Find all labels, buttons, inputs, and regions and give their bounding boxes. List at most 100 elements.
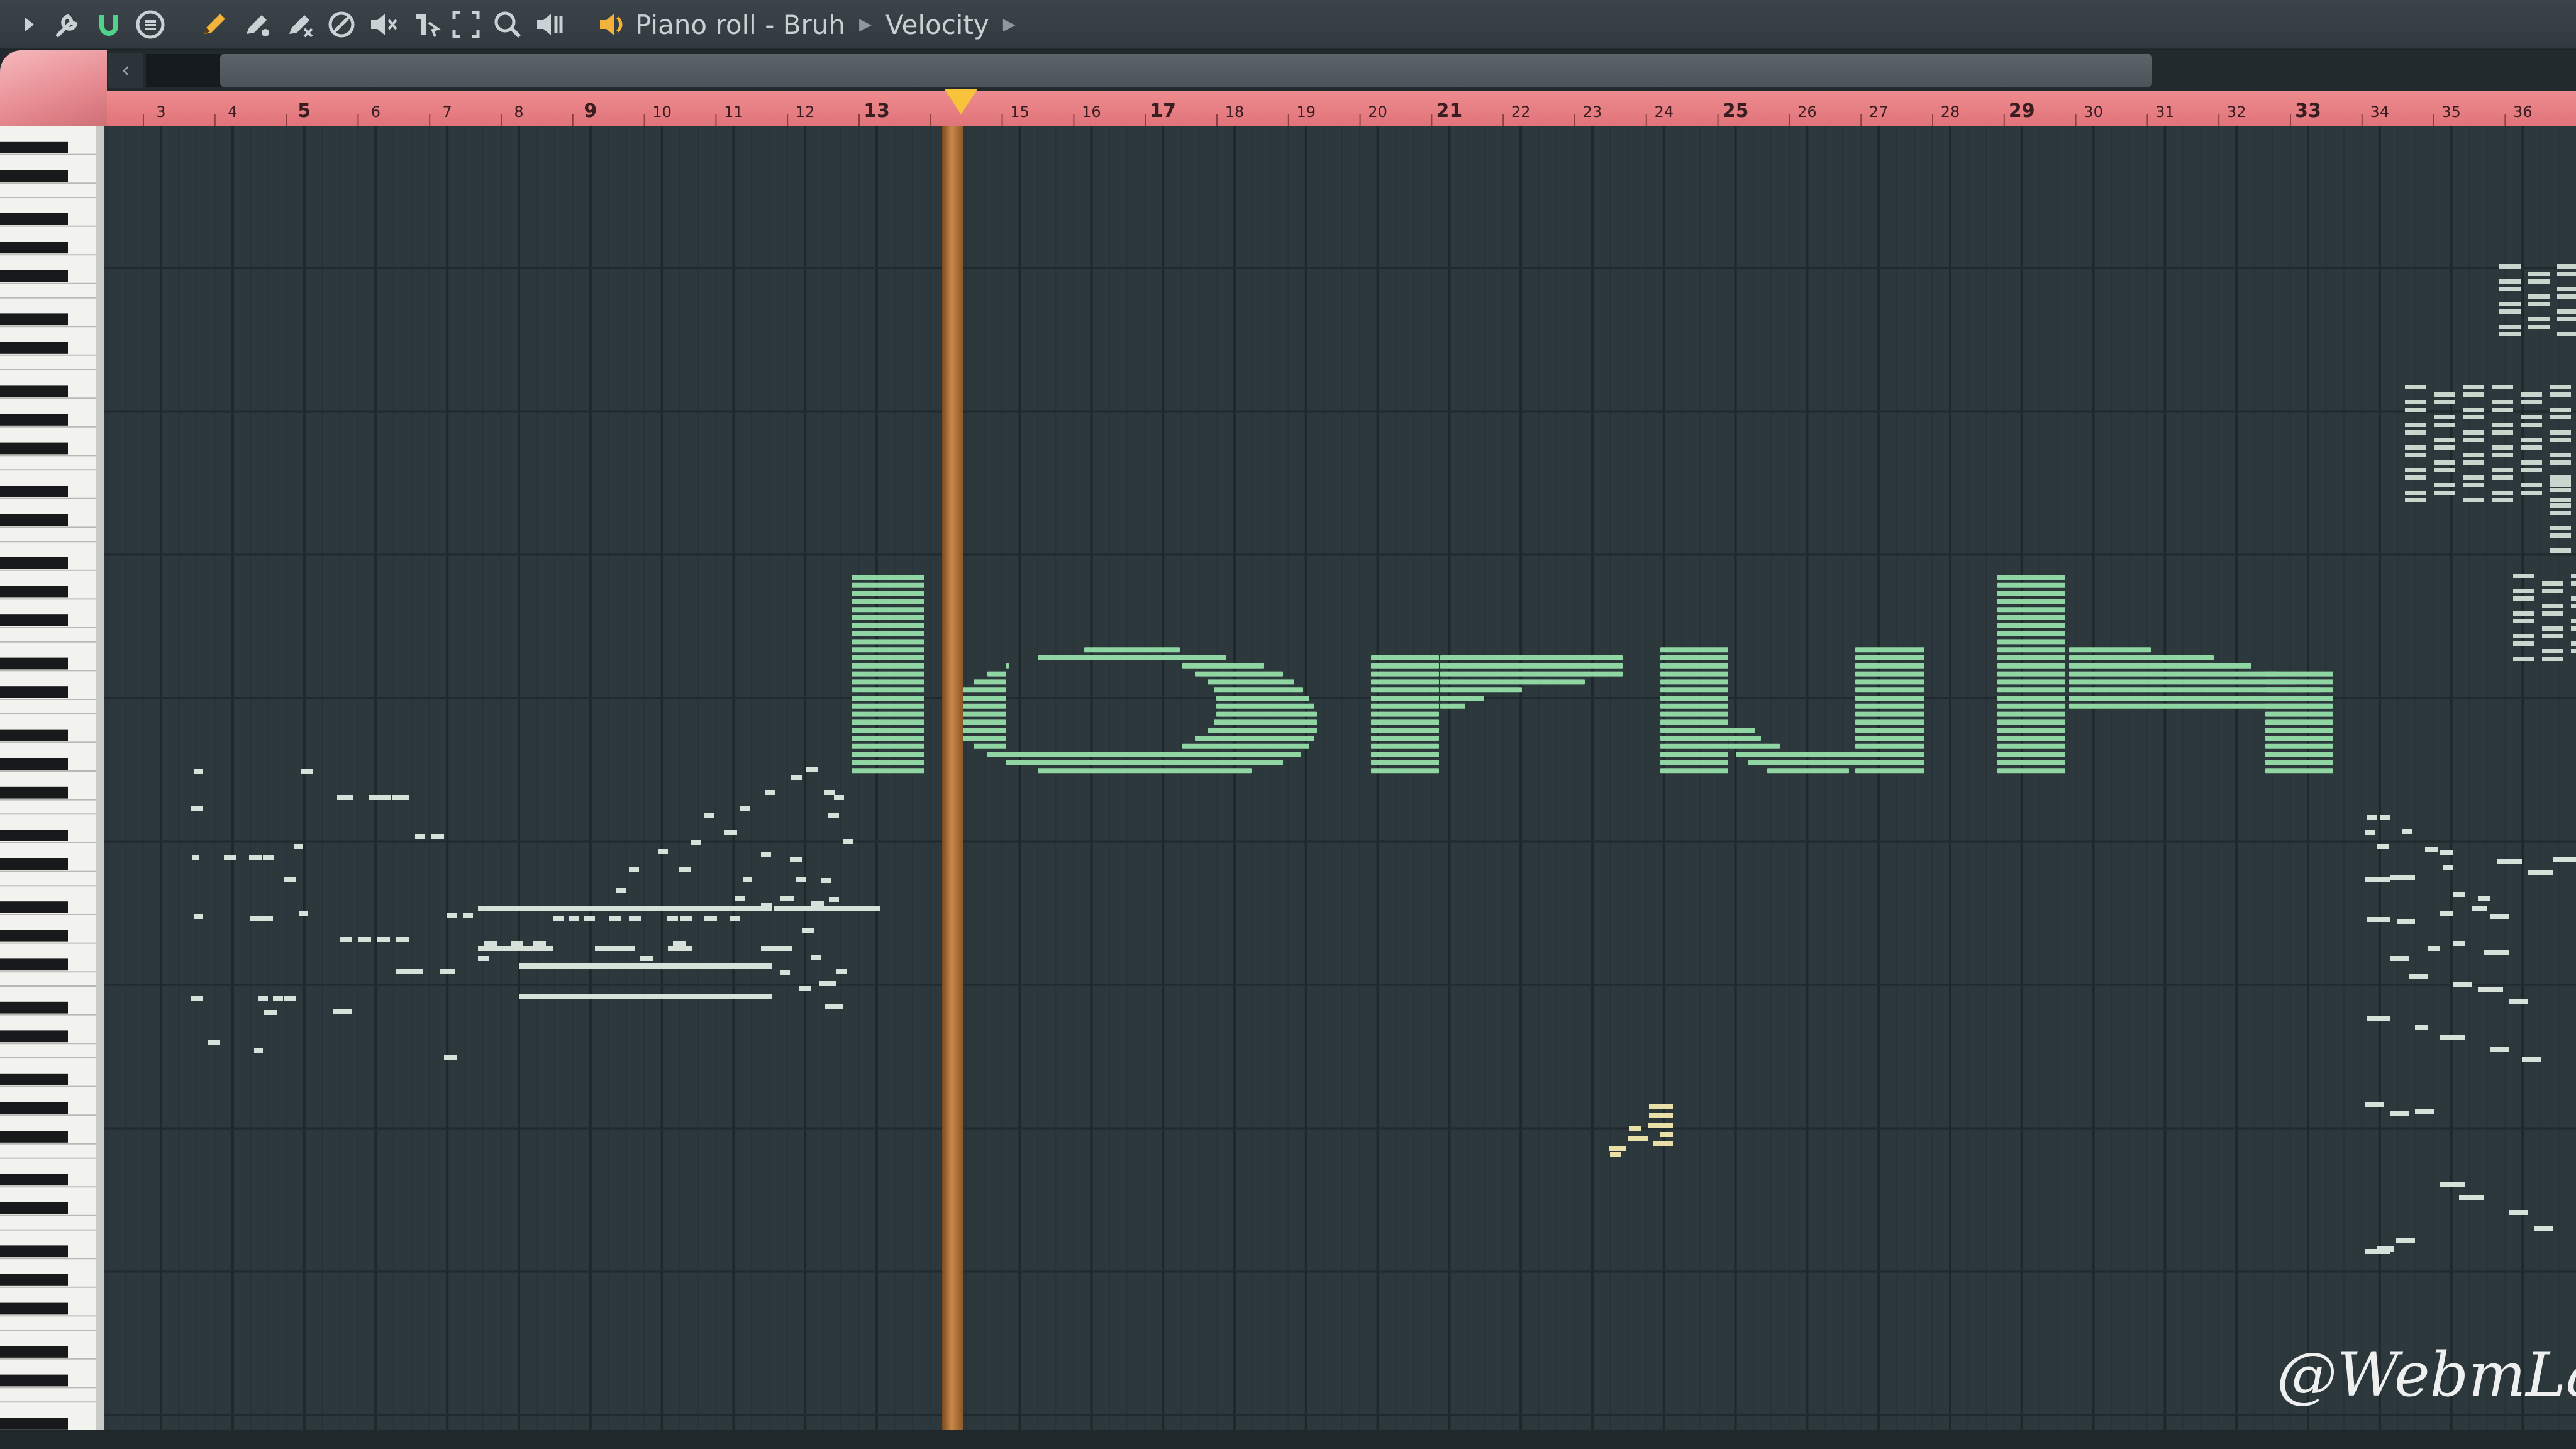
note[interactable]	[2405, 423, 2426, 427]
note[interactable]	[2069, 647, 2151, 653]
select-icon[interactable]	[448, 6, 484, 43]
note[interactable]	[679, 867, 691, 872]
note[interactable]	[852, 582, 924, 588]
note[interactable]	[2550, 526, 2571, 530]
note[interactable]	[340, 937, 352, 942]
note[interactable]	[2472, 906, 2487, 911]
note[interactable]	[584, 916, 595, 921]
note[interactable]	[2521, 468, 2542, 472]
note[interactable]	[2522, 1057, 2541, 1062]
note[interactable]	[478, 906, 772, 911]
note[interactable]	[1997, 615, 2065, 620]
note[interactable]	[2434, 392, 2455, 397]
note[interactable]	[735, 896, 745, 901]
note[interactable]	[2528, 317, 2550, 321]
note[interactable]	[2463, 438, 2484, 442]
note[interactable]	[1660, 663, 1728, 669]
note[interactable]	[2434, 423, 2455, 427]
black-key[interactable]	[0, 958, 68, 971]
note[interactable]	[1440, 687, 1522, 693]
note[interactable]	[790, 857, 802, 862]
note[interactable]	[673, 941, 686, 946]
note[interactable]	[2513, 619, 2534, 623]
black-key[interactable]	[0, 758, 68, 770]
note[interactable]	[962, 719, 1006, 725]
note[interactable]	[2492, 423, 2513, 427]
note[interactable]	[262, 916, 273, 921]
note[interactable]	[2490, 914, 2509, 919]
note[interactable]	[1997, 760, 2065, 765]
breadcrumb-piano-roll[interactable]: Piano roll - Bruh	[635, 9, 845, 40]
note[interactable]	[799, 986, 811, 991]
note[interactable]	[2521, 392, 2542, 397]
note[interactable]	[2405, 498, 2426, 502]
note[interactable]	[294, 844, 303, 849]
note[interactable]	[2405, 385, 2426, 389]
note[interactable]	[2509, 1210, 2528, 1215]
note[interactable]	[2557, 317, 2576, 321]
note[interactable]	[194, 769, 203, 774]
note[interactable]	[2365, 877, 2390, 882]
note[interactable]	[2542, 589, 2563, 593]
note[interactable]	[974, 743, 1006, 749]
note[interactable]	[1728, 736, 1761, 741]
note[interactable]	[1006, 760, 1283, 765]
note[interactable]	[2513, 641, 2534, 646]
note[interactable]	[2499, 332, 2521, 336]
note[interactable]	[1182, 743, 1309, 749]
note[interactable]	[2265, 736, 2333, 741]
note[interactable]	[852, 615, 924, 620]
note[interactable]	[2521, 423, 2542, 427]
note[interactable]	[2405, 445, 2426, 450]
note[interactable]	[2492, 400, 2513, 404]
note[interactable]	[819, 981, 836, 986]
magnet-icon[interactable]	[91, 6, 127, 43]
note[interactable]	[2499, 279, 2521, 284]
note[interactable]	[2528, 279, 2550, 284]
note[interactable]	[447, 913, 457, 918]
black-key[interactable]	[0, 786, 68, 799]
note[interactable]	[2405, 491, 2426, 495]
note[interactable]	[2550, 408, 2571, 412]
note[interactable]	[263, 855, 274, 860]
note[interactable]	[1371, 736, 1439, 741]
note[interactable]	[962, 696, 1006, 701]
black-key[interactable]	[0, 930, 68, 942]
note[interactable]	[2440, 1035, 2465, 1040]
note[interactable]	[2490, 1046, 2509, 1052]
note[interactable]	[761, 852, 771, 857]
note[interactable]	[2542, 657, 2563, 661]
note[interactable]	[2497, 859, 2522, 864]
note[interactable]	[2557, 332, 2576, 336]
black-key[interactable]	[0, 614, 68, 626]
note[interactable]	[1855, 671, 1924, 677]
note[interactable]	[852, 696, 924, 701]
timeline-ruler[interactable]: 3 4 5 6 7 8 9 10 11 12 13 15 16 17 18 19 20 21 22 23 24 25 26 2…	[107, 91, 2576, 126]
note[interactable]	[2397, 919, 2415, 924]
note[interactable]	[2557, 272, 2576, 276]
note[interactable]	[852, 591, 924, 596]
note[interactable]	[2463, 392, 2484, 397]
note[interactable]	[2434, 491, 2455, 495]
black-key[interactable]	[0, 1418, 68, 1430]
note[interactable]	[2571, 596, 2576, 601]
note[interactable]	[2459, 1195, 2484, 1200]
note-grid[interactable]	[104, 126, 2576, 1430]
note[interactable]	[2528, 294, 2550, 299]
note[interactable]	[1736, 752, 1855, 757]
note[interactable]	[1997, 719, 2065, 725]
note[interactable]	[2443, 865, 2453, 870]
black-key[interactable]	[0, 141, 68, 153]
note[interactable]	[2365, 1102, 2384, 1107]
note[interactable]	[2571, 641, 2576, 646]
note[interactable]	[825, 1004, 843, 1009]
note[interactable]	[1440, 671, 1623, 677]
note[interactable]	[2571, 626, 2576, 631]
note[interactable]	[2550, 480, 2571, 485]
options-icon[interactable]	[132, 6, 169, 43]
note[interactable]	[2528, 302, 2550, 306]
note[interactable]	[1371, 728, 1439, 733]
note[interactable]	[1216, 696, 1309, 701]
note[interactable]	[680, 916, 692, 921]
black-key[interactable]	[0, 1374, 68, 1387]
